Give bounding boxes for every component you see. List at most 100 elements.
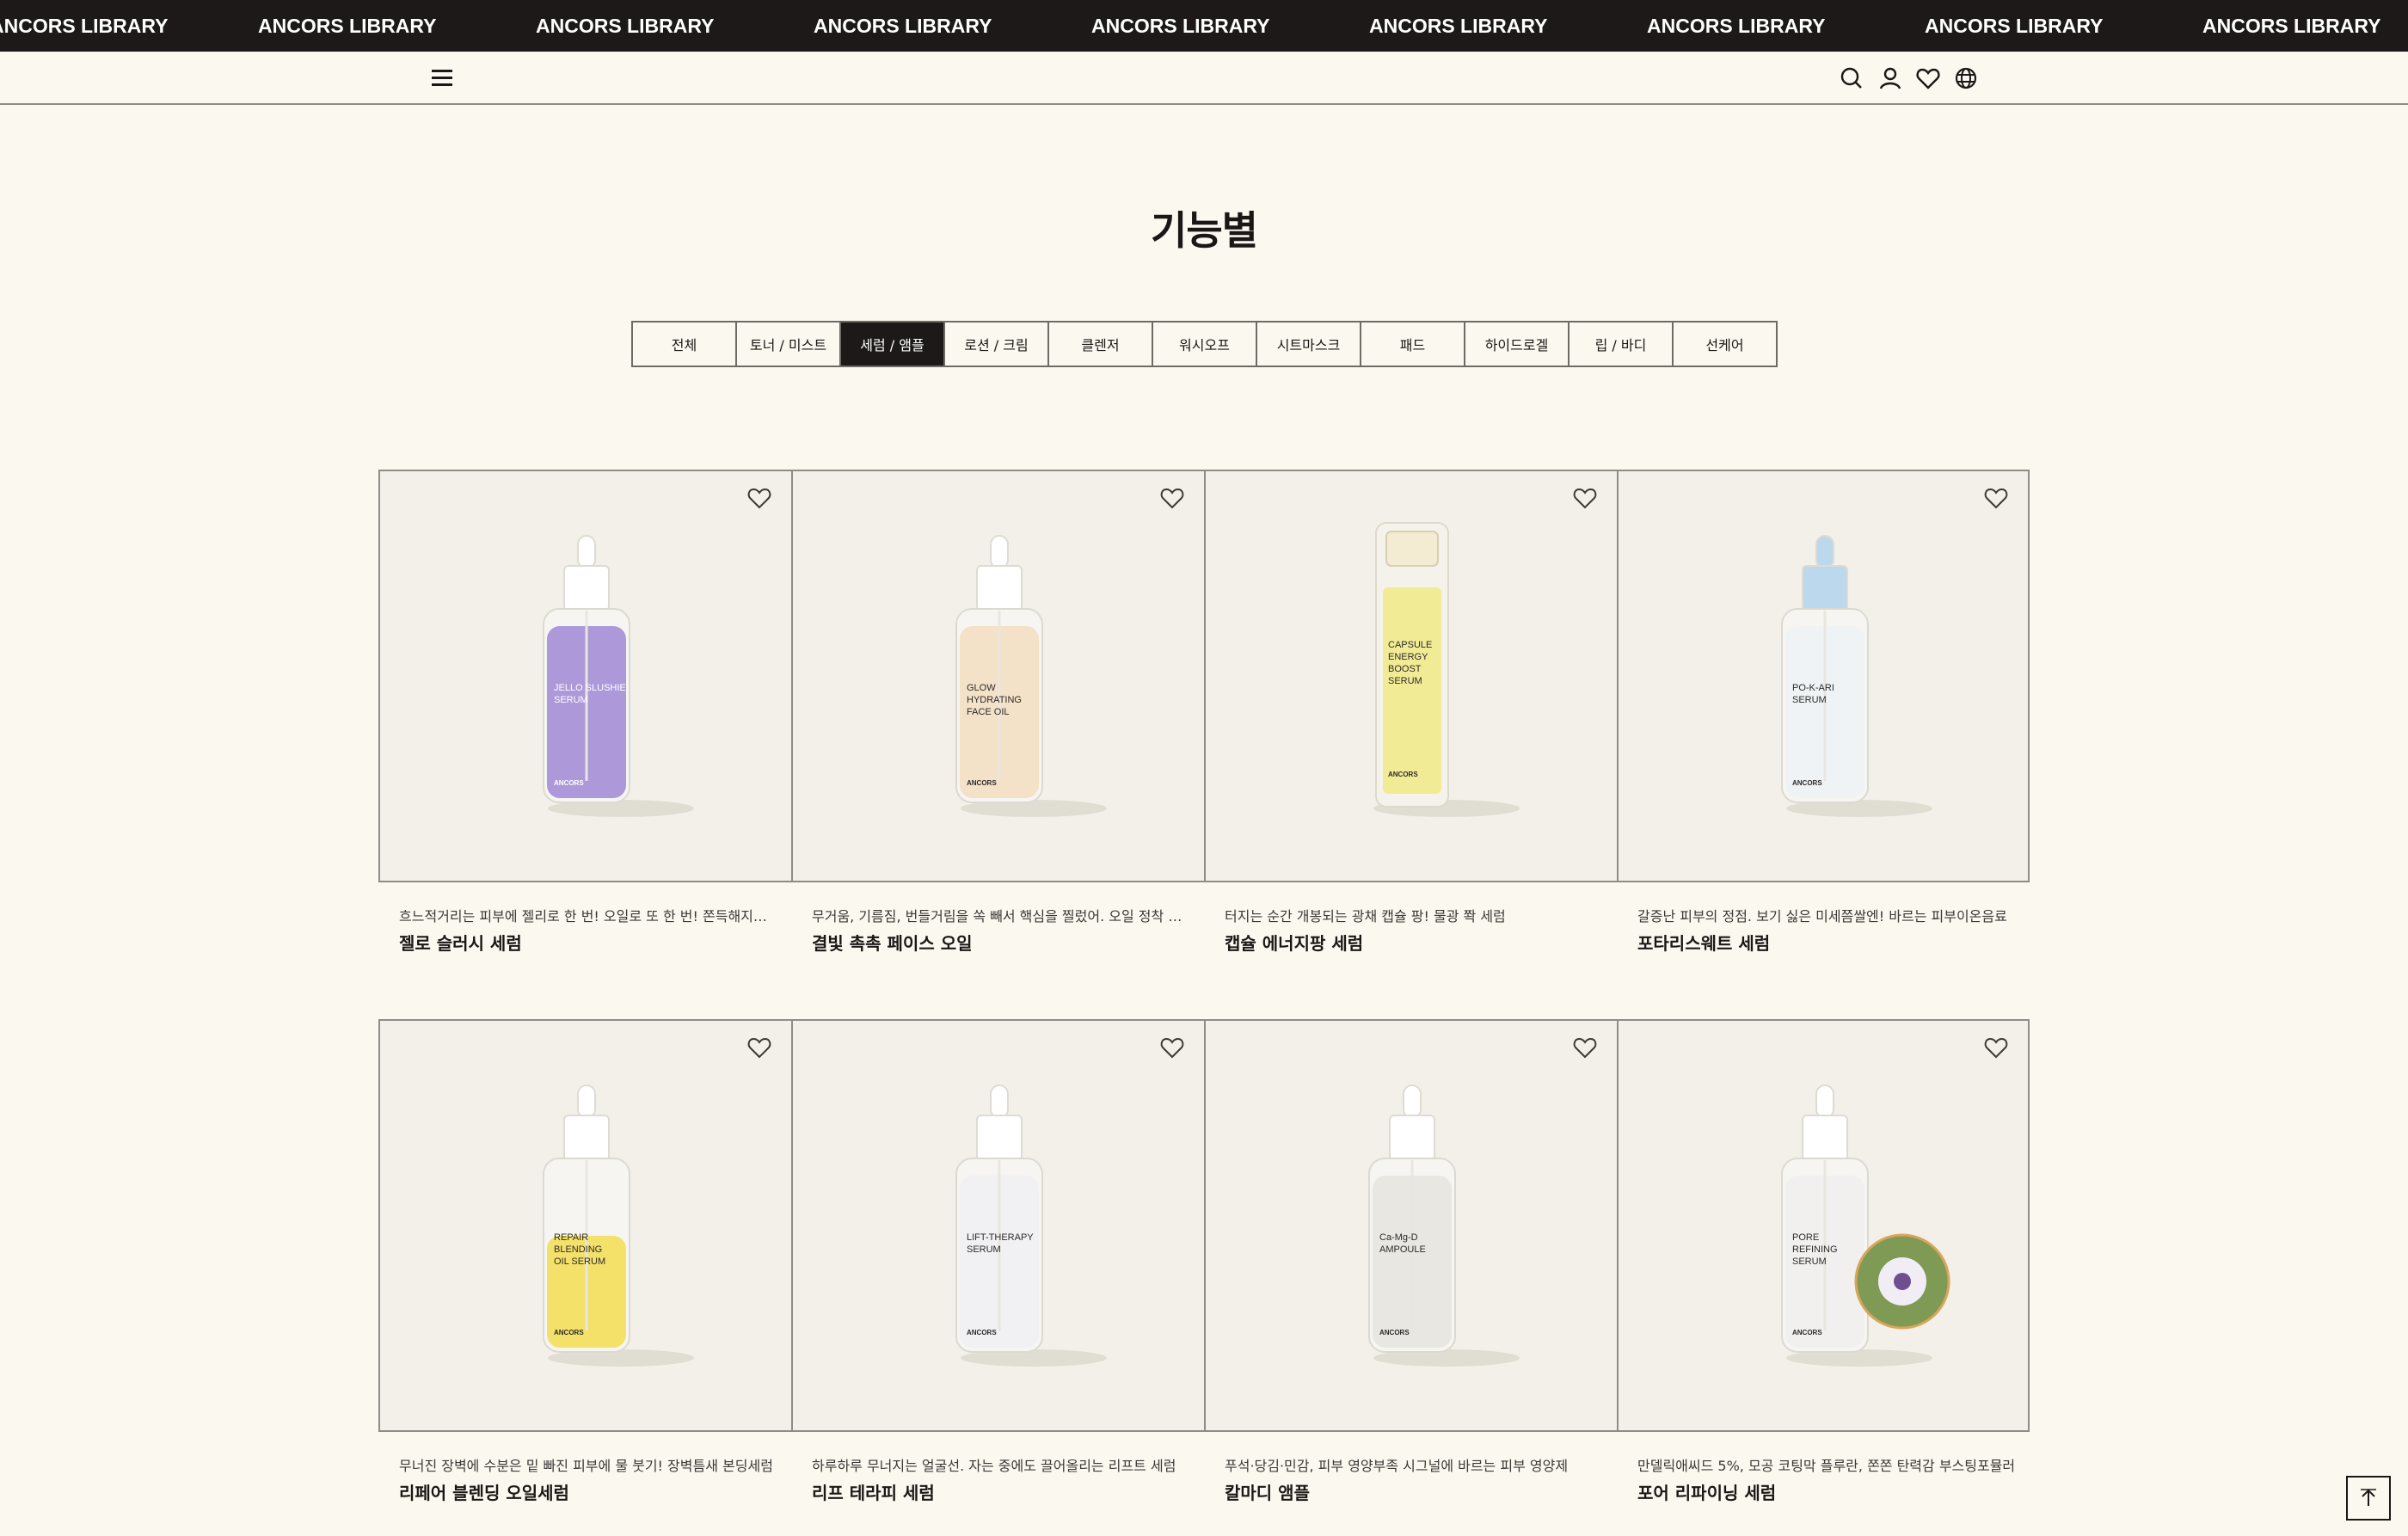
tab-serum-ampoule[interactable]: 세럼 / 앰플 — [841, 323, 945, 366]
product-description: 무거움, 기름짐, 번들거림을 쏙 빼서 핵심을 찔렀어. 오일 정착 성공템 — [812, 908, 1190, 925]
product-name[interactable]: 포어 리파이닝 세럼 — [1637, 1479, 1776, 1504]
heart-icon[interactable] — [1915, 65, 1941, 91]
bottle-label-text: AMPOULE — [1379, 1244, 1426, 1255]
marquee-text: ANCORS LIBRARY — [1925, 15, 2104, 37]
bottle-dropper-bulb — [1815, 535, 1834, 569]
wishlist-heart-icon[interactable] — [1572, 1035, 1598, 1060]
wishlist-heart-icon[interactable] — [1159, 1035, 1185, 1060]
product-name[interactable]: 젤로 슬러시 세럼 — [399, 930, 522, 955]
menu-button[interactable] — [430, 67, 454, 89]
product-card[interactable]: PO-K-ARI SERUM ANCORS 갈증난 피부의 정점. 보기 싫은 미세… — [1617, 470, 2030, 954]
user-icon[interactable] — [1877, 65, 1903, 91]
page-title: 기능별 — [1151, 207, 1258, 254]
product-card[interactable]: PORE REFINING SERUM ANCORS 만델릭애씨드 5%, 모공 코팅… — [1617, 1019, 2030, 1503]
bottle-label-text: BOOST — [1388, 664, 1422, 674]
bottle-cap — [1389, 1115, 1435, 1161]
product-card[interactable]: CAPSULE ENERGY BOOST SERUM ANCORS 터지는 순간 개봉되… — [1204, 470, 1617, 954]
wishlist-heart-icon[interactable] — [746, 485, 772, 511]
wishlist-heart-icon[interactable] — [1983, 485, 2009, 511]
product-description: 푸석·당김·민감, 피부 영양부족 시그널에 바르는 피부 영양제 — [1225, 1458, 1569, 1474]
bottle-label-text: PORE — [1792, 1232, 1819, 1243]
product-bottle: GLOW HYDRATING FACE OIL ANCORS — [955, 535, 1107, 817]
bottle-label-text: SERUM — [1388, 676, 1422, 686]
tab-toner-mist[interactable]: 토너 / 미스트 — [737, 323, 841, 366]
product-bottle: REPAIRBLENDINGOIL SERUM ANCORS — [543, 1084, 694, 1367]
product-grid-row-1: JELLO SLUSHIE SERUM ANCORS 흐느적거리는 피부에 젤리로 … — [378, 470, 2030, 954]
bottle-brand-text: ANCORS — [554, 779, 584, 787]
marquee-text: ANCORS LIBRARY — [1091, 15, 1270, 37]
product-name[interactable]: 칼마디 앰플 — [1225, 1479, 1310, 1504]
tab-sun-care[interactable]: 선케어 — [1674, 323, 1776, 366]
product-bottle: JELLO SLUSHIE SERUM ANCORS — [543, 535, 694, 817]
product-name[interactable]: 리페어 블렌딩 오일세럼 — [399, 1479, 569, 1504]
bottle-cap — [976, 565, 1023, 611]
product-description: 하루하루 무너지는 얼굴선. 자는 중에도 끌어올리는 리프트 세럼 — [812, 1458, 1176, 1474]
product-description: 흐느적거리는 피부에 젤리로 한 번! 오일로 또 한 번! 쫀득해지는 쿨… — [399, 908, 777, 925]
bottle-dropper-bulb — [1403, 1084, 1422, 1119]
bottle-cap — [976, 1115, 1023, 1161]
tab-sheet-mask[interactable]: 시트마스크 — [1257, 323, 1361, 366]
product-description: 만델릭애씨드 5%, 모공 코팅막 플루란, 쫀쫀 탄력감 부스팅포뮬러 — [1637, 1458, 2016, 1474]
product-bottle: CAPSULE ENERGY BOOST SERUM ANCORS — [1373, 522, 1520, 817]
wishlist-heart-icon[interactable] — [1159, 485, 1185, 511]
tab-all[interactable]: 전체 — [633, 323, 737, 366]
bottle-label-text: OIL SERUM — [554, 1256, 605, 1267]
tab-lotion-cream[interactable]: 로션 / 크림 — [945, 323, 1049, 366]
tab-hydrogel[interactable]: 하이드로겔 — [1465, 323, 1570, 366]
tab-wash-off[interactable]: 워시오프 — [1153, 323, 1257, 366]
product-image[interactable]: GLOW HYDRATING FACE OIL ANCORS — [791, 470, 1204, 882]
product-image[interactable]: LIFT-THERAPY SERUM ANCORS — [791, 1019, 1204, 1432]
bottle-label-text: Ca-Mg-D — [1379, 1232, 1418, 1243]
tab-lip-body[interactable]: 립 / 바디 — [1570, 323, 1674, 366]
product-card[interactable]: LIFT-THERAPY SERUM ANCORS 하루하루 무너지는 얼굴선. 자… — [791, 1019, 1204, 1503]
bottle-cap — [563, 565, 610, 611]
product-name[interactable]: 포타리스웨트 세럼 — [1637, 930, 1770, 955]
bottle-label-text: REPAIR — [554, 1232, 588, 1243]
product-image[interactable]: CAPSULE ENERGY BOOST SERUM ANCORS — [1204, 470, 1617, 882]
bottle-label-text: GLOW — [967, 683, 996, 693]
product-bottle: POREREFININGSERUM ANCORS — [1781, 1084, 1950, 1367]
product-name[interactable]: 리프 테라피 세럼 — [812, 1479, 935, 1504]
bottle-label-text: SERUM — [1792, 695, 1827, 705]
product-card[interactable]: JELLO SLUSHIE SERUM ANCORS 흐느적거리는 피부에 젤리로 … — [378, 470, 791, 954]
wishlist-heart-icon[interactable] — [1983, 1035, 2009, 1060]
product-image[interactable]: REPAIR BLENDING OIL SERUM ANCORS — [378, 1019, 791, 1432]
product-bottle: LIFT-THERAPYSERUM ANCORS — [955, 1084, 1107, 1367]
bottle-label-text: ENERGY — [1388, 652, 1428, 662]
bottle-label-text: PO-K-ARI — [1792, 683, 1834, 693]
marquee-text: ANCORS LIBRARY — [1647, 15, 1826, 37]
bottle-cap — [1802, 565, 1848, 611]
product-bottle: Ca-Mg-DAMPOULE ANCORS — [1368, 1084, 1520, 1367]
bottle-label-text: LIFT-THERAPY — [967, 1232, 1034, 1243]
marquee-text: ANCORS LIBRARY — [0, 15, 169, 37]
product-image[interactable]: PO-K-ARI SERUM ANCORS — [1617, 470, 2030, 882]
product-card[interactable]: Ca-Mg-D AMPOULE ANCORS 푸석·당김·민감, 피부 영양부족 시… — [1204, 1019, 1617, 1503]
product-bottle: PO-K-ARI SERUM ANCORS — [1781, 535, 1932, 817]
tab-pad[interactable]: 패드 — [1361, 323, 1465, 366]
bottle-brand-text: ANCORS — [967, 779, 997, 787]
bottle-label-text: SERUM — [967, 1244, 1001, 1255]
product-name[interactable]: 캡슐 에너지팡 세럼 — [1225, 930, 1363, 955]
wishlist-heart-icon[interactable] — [746, 1035, 772, 1060]
tab-cleanser[interactable]: 클렌저 — [1049, 323, 1153, 366]
product-image[interactable]: JELLO SLUSHIE SERUM ANCORS — [378, 470, 791, 882]
bottle-label-text: BLENDING — [554, 1244, 602, 1255]
product-card[interactable]: REPAIR BLENDING OIL SERUM ANCORS 무너진 장벽에 수분… — [378, 1019, 791, 1503]
marquee-text: ANCORS LIBRARY — [536, 15, 715, 37]
bottle-cap — [1802, 1115, 1848, 1161]
globe-icon[interactable] — [1953, 65, 1979, 91]
product-name[interactable]: 결빛 촉촉 페이스 오일 — [812, 930, 973, 955]
category-tabs: 전체 토너 / 미스트 세럼 / 앰플 로션 / 크림 클렌저 워시오프 시트마… — [631, 321, 1778, 367]
search-icon[interactable] — [1839, 65, 1864, 91]
product-description: 무너진 장벽에 수분은 밑 빠진 피부에 물 붓기! 장벽틈새 본딩세럼 — [399, 1458, 773, 1474]
hamburger-icon — [432, 70, 452, 72]
product-description: 갈증난 피부의 정점. 보기 싫은 미세쯤쌀엔! 바르는 피부이온음료 — [1637, 908, 2007, 925]
product-image[interactable]: Ca-Mg-D AMPOULE ANCORS — [1204, 1019, 1617, 1432]
bottle-label-text: SERUM — [554, 695, 588, 705]
bottle-label-text: HYDRATING — [967, 695, 1022, 705]
scroll-top-button[interactable] — [2346, 1476, 2391, 1521]
product-card[interactable]: GLOW HYDRATING FACE OIL ANCORS 무거움, 기름짐, 번들… — [791, 470, 1204, 954]
product-image[interactable]: PORE REFINING SERUM ANCORS — [1617, 1019, 2030, 1432]
wishlist-heart-icon[interactable] — [1572, 485, 1598, 511]
product-grid-row-2: REPAIR BLENDING OIL SERUM ANCORS 무너진 장벽에 수분… — [378, 1019, 2030, 1503]
